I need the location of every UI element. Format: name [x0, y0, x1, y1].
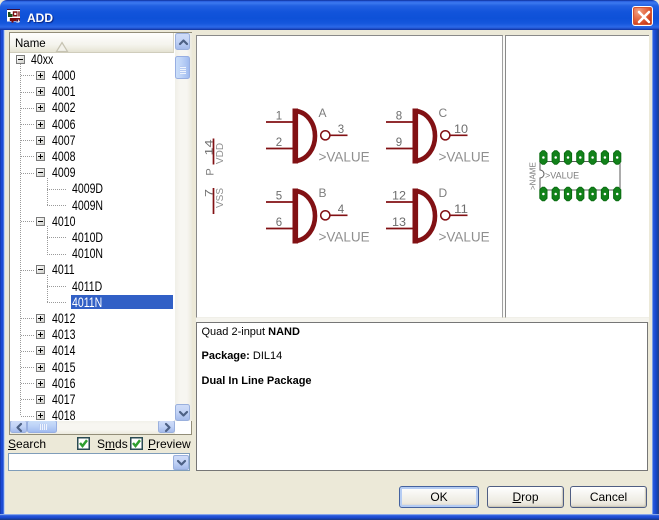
svg-text:13: 13 — [392, 217, 406, 229]
svg-text:8: 8 — [396, 111, 402, 123]
svg-text:3: 3 — [338, 124, 344, 136]
svg-text:2: 2 — [276, 137, 282, 149]
svg-text:VDD: VDD — [215, 143, 226, 164]
svg-text:B: B — [319, 186, 327, 200]
svg-text:>VALUE: >VALUE — [545, 171, 579, 181]
svg-text:>VALUE: >VALUE — [319, 230, 370, 245]
svg-text:4: 4 — [338, 204, 345, 216]
svg-text:12: 12 — [392, 191, 406, 203]
svg-text:>NAME: >NAME — [528, 162, 537, 190]
svg-text:>VALUE: >VALUE — [439, 230, 490, 245]
svg-text:1: 1 — [276, 111, 282, 123]
svg-text:5: 5 — [276, 191, 282, 203]
svg-text:VSS: VSS — [215, 188, 226, 208]
svg-text:14: 14 — [204, 140, 216, 156]
svg-text:>VALUE: >VALUE — [439, 150, 490, 165]
svg-text:11: 11 — [454, 204, 468, 216]
svg-text:10: 10 — [454, 124, 468, 136]
svg-text:6: 6 — [276, 217, 282, 229]
svg-text:9: 9 — [396, 137, 402, 149]
svg-text:>VALUE: >VALUE — [319, 150, 370, 165]
svg-text:D: D — [439, 186, 448, 200]
svg-text:A: A — [319, 106, 327, 120]
svg-text:7: 7 — [204, 189, 216, 197]
svg-text:P: P — [204, 168, 216, 175]
svg-text:C: C — [439, 106, 448, 120]
